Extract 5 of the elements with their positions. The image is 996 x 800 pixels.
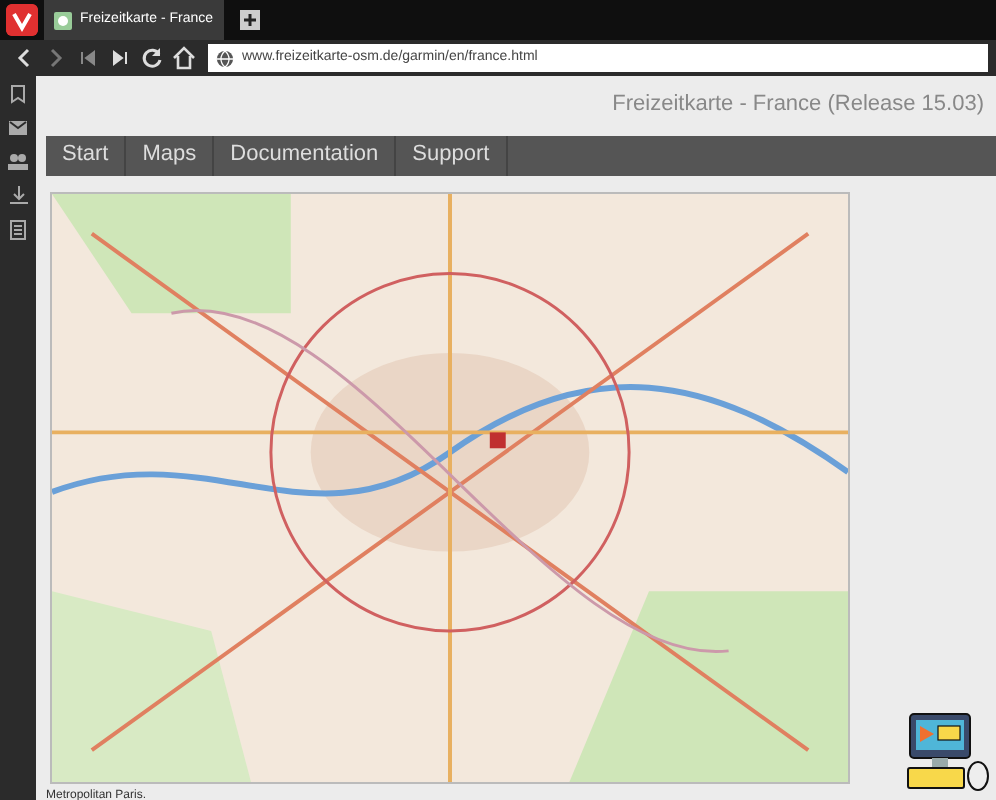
- menu-item[interactable]: Documentation: [214, 135, 397, 175]
- menu-item[interactable]: Maps: [126, 135, 215, 175]
- menu-item[interactable]: Start: [46, 135, 127, 175]
- menu-item[interactable]: Support: [396, 135, 508, 175]
- page-title: Freizeitkarte - France (Release 15.03): [612, 92, 984, 116]
